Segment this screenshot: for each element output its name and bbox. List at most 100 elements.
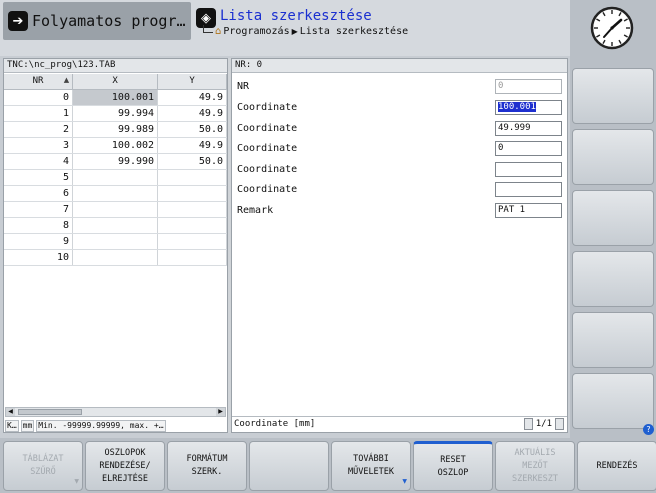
file-path: TNC:\nc_prog\123.TAB [4,59,227,73]
cell-nr[interactable]: 3 [4,137,74,154]
vertical-softkey-3[interactable] [572,190,654,246]
cell-x[interactable]: 99.990 [72,153,159,170]
softkey-columns-sort-hide[interactable]: OSZLOPOK RENDEZÉSE/ ELREJTÉSE [85,441,165,491]
cell-nr[interactable]: 4 [4,153,74,170]
table-row[interactable]: 6 [4,185,227,202]
cell-y[interactable] [157,169,227,186]
column-header-y[interactable]: Y [157,74,227,90]
form-header: NR: 0 [232,59,567,73]
cell-y[interactable]: 50.0 [157,121,227,138]
table-row[interactable]: 0 100.001 49.9 [4,89,227,106]
cell-y[interactable]: 49.9 [157,89,227,106]
cell-x[interactable] [72,169,159,186]
horizontal-scrollbar[interactable]: ◀ ▶ [5,407,226,417]
vertical-softkey-4[interactable] [572,251,654,307]
cell-y[interactable] [157,249,227,266]
softkey-edit-current-field[interactable]: AKTUÁLIS MEZŐT SZERKESZT [495,441,575,491]
table-row[interactable]: 1 99.994 49.9 [4,105,227,122]
form-row-coordinate-y: Coordinate 49.999 [237,121,562,138]
edit-mode-label: Lista szerkesztése [220,8,372,24]
cell-nr[interactable]: 0 [4,89,74,106]
vertical-softkey-2[interactable] [572,129,654,185]
scroll-right-icon[interactable]: ▶ [216,408,225,416]
cell-nr[interactable]: 6 [4,185,74,202]
field-label: Remark [237,205,274,216]
home-icon[interactable]: ⌂ [215,26,221,37]
cell-x[interactable] [72,217,159,234]
cell-nr[interactable]: 9 [4,233,74,250]
field-label: NR [237,81,250,92]
remark-field[interactable]: PAT 1 [495,203,562,218]
vertical-softkey-6[interactable] [572,373,654,429]
coordinate-x-field[interactable]: 100.001 [495,100,562,115]
coordinate-y-field[interactable]: 49.999 [495,121,562,136]
cell-nr[interactable]: 1 [4,105,74,122]
coordinate-5-field[interactable] [495,182,562,197]
cell-x[interactable]: 99.989 [72,121,159,138]
form-pager: 1/1 [523,417,564,431]
cell-x[interactable] [72,249,159,266]
run-mode-label: Folyamatos progr… [32,12,186,30]
program-run-mode-tab[interactable]: ➔ Folyamatos progr… [3,2,191,40]
table-row[interactable]: 5 [4,169,227,186]
horizontal-softkey-bar: TÁBLÁZAT SZŰRŐ ▼ OSZLOPOK RENDEZÉSE/ ELRE… [0,438,656,493]
help-icon[interactable]: ? [643,424,654,435]
cell-x[interactable]: 99.994 [72,105,159,122]
cell-y[interactable] [157,201,227,218]
table-row[interactable]: 8 [4,217,227,234]
submenu-arrow-icon: ▼ [74,478,79,485]
cell-nr[interactable]: 2 [4,121,74,138]
cell-y[interactable] [157,233,227,250]
softkey-empty-4[interactable] [249,441,329,491]
form-row-coordinate-z: Coordinate 0 [237,141,562,158]
page-next-button[interactable] [555,418,564,430]
table-status-bar: K… mm Min. -99999.99999, max. +… [4,419,227,432]
form-row-coordinate-x: Coordinate 100.001 [237,100,562,117]
cell-x[interactable] [72,233,159,250]
cell-nr[interactable]: 8 [4,217,74,234]
cell-y[interactable]: 49.9 [157,137,227,154]
table-row[interactable]: 9 [4,233,227,250]
cell-nr[interactable]: 5 [4,169,74,186]
cell-x[interactable] [72,185,159,202]
coordinate-4-field[interactable] [495,162,562,177]
program-run-icon: ➔ [8,11,28,31]
cell-x[interactable]: 100.001 [72,89,159,106]
cell-nr[interactable]: 10 [4,249,74,266]
column-header-x[interactable]: X [72,74,159,90]
nr-field: 0 [495,79,562,94]
status-mode: K… [5,419,19,432]
cell-y[interactable] [157,217,227,234]
coordinate-z-field[interactable]: 0 [495,141,562,156]
breadcrumb-item-list-edit: Lista szerkesztése [299,26,409,37]
softkey-sort[interactable]: RENDEZÉS [577,441,656,491]
breadcrumb-item-programming[interactable]: Programozás [223,26,289,37]
softkey-edit-format[interactable]: FORMÁTUM SZERK. [167,441,247,491]
field-label: Coordinate [237,164,298,175]
point-table[interactable]: NR ▲ X Y 0 100.001 49.9 1 99.994 49.9 2 99.989 50… [4,74,227,404]
table-row[interactable]: 7 [4,201,227,218]
cell-y[interactable]: 49.9 [157,105,227,122]
table-row[interactable]: 4 99.990 50.0 [4,153,227,170]
softkey-reset-column[interactable]: RESET OSZLOP [413,441,493,491]
table-row[interactable]: 2 99.989 50.0 [4,121,227,138]
table-row[interactable]: 3 100.002 49.9 [4,137,227,154]
scroll-left-icon[interactable]: ◀ [6,408,15,416]
cell-y[interactable]: 50.0 [157,153,227,170]
field-label: Coordinate [237,143,298,154]
vertical-softkey-1[interactable] [572,68,654,124]
breadcrumb-separator-icon: ▶ [291,27,298,36]
vertical-softkey-5[interactable] [572,312,654,368]
table-row[interactable]: 10 [4,249,227,266]
status-range: Min. -99999.99999, max. +… [36,419,166,432]
softkey-more-functions[interactable]: TOVÁBBI MŰVELETEK ▼ [331,441,411,491]
cell-x[interactable]: 100.002 [72,137,159,154]
scrollbar-thumb[interactable] [18,409,82,415]
page-prev-button[interactable] [523,418,533,430]
cell-x[interactable] [72,201,159,218]
column-header-nr[interactable]: NR ▲ [4,74,74,90]
cell-y[interactable] [157,185,227,202]
sort-ascending-icon: ▲ [63,76,70,84]
cell-nr[interactable]: 7 [4,201,74,218]
softkey-table-filter[interactable]: TÁBLÁZAT SZŰRŐ ▼ [3,441,83,491]
